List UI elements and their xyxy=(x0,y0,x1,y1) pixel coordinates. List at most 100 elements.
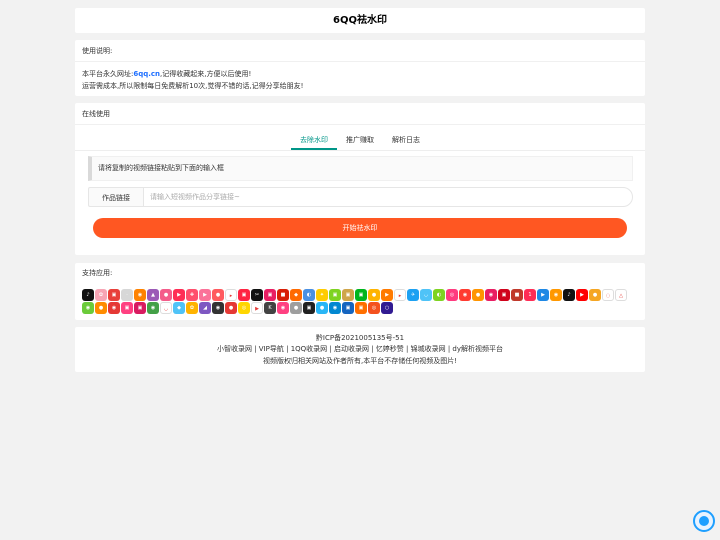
site-link[interactable]: 6qq.cn xyxy=(133,70,160,78)
app-icon-14: ✂ xyxy=(251,289,263,301)
link-separator: | xyxy=(368,345,376,353)
app-icon-10: ▶ xyxy=(199,289,211,301)
app-icon-4: · xyxy=(121,289,133,301)
app-icon-16: ■ xyxy=(277,289,289,301)
apps-heading: 支持应用: xyxy=(82,269,113,277)
app-icon-50: ◆ xyxy=(173,302,185,314)
app-icon-61: ● xyxy=(316,302,328,314)
paste-hint: 请将复制的视频链接粘贴到下面的输入框 xyxy=(88,156,633,181)
supported-apps-panel: 支持应用: ♪ ✿ ▣ · ◉ ▲ ● ▶ ✚ ▶ ● ▸ ▣ ✂ ▣ ■ ◆ ◐ ✦ ▣ ▣ ▣ ● ▶ ▸ ✈ ◡ ◐ ◎ ◉ ● ◉ ▣ ■… xyxy=(75,263,645,320)
usage-text: 本平台永久网址:6qq.cn,记得收藏起来,方便以后使用! 运营需成本,所以限制… xyxy=(75,62,645,98)
app-icon-29: ◎ xyxy=(446,289,458,301)
usage-line-1-prefix: 本平台永久网址: xyxy=(82,70,134,78)
app-icon-34: ■ xyxy=(511,289,523,301)
app-icon-43: ◉ xyxy=(82,302,94,314)
app-icon-22: ▣ xyxy=(355,289,367,301)
app-icon-31: ● xyxy=(472,289,484,301)
link-separator: | xyxy=(283,345,291,353)
douyin-icon: ♪ xyxy=(82,289,94,301)
usage-panel: 使用说明: 本平台永久网址:6qq.cn,记得收藏起来,方便以后使用! 运营需成… xyxy=(75,40,645,96)
app-icon-21: ▣ xyxy=(342,289,354,301)
weibo-icon: ◉ xyxy=(134,289,146,301)
app-icon-15: ▣ xyxy=(264,289,276,301)
usage-heading: 使用说明: xyxy=(75,40,645,62)
app-icon-36: ▶ xyxy=(537,289,549,301)
app-icon-39: ▶ xyxy=(576,289,588,301)
tab-promote[interactable]: 推广赚取 xyxy=(337,129,383,150)
app-icon-9: ✚ xyxy=(186,289,198,301)
app-icon-63: ▣ xyxy=(342,302,354,314)
customer-service-icon[interactable] xyxy=(693,510,715,532)
app-icon-24: ▶ xyxy=(381,289,393,301)
app-icon-19: ✦ xyxy=(316,289,328,301)
app-icon-18: ◐ xyxy=(303,289,315,301)
link-separator: | xyxy=(251,345,259,353)
friend-link[interactable]: 忆婷秒赞 xyxy=(376,345,404,353)
app-icon-54: ● xyxy=(225,302,237,314)
app-icon-23: ● xyxy=(368,289,380,301)
app-icon-47: ▣ xyxy=(134,302,146,314)
app-icon-46: ▣ xyxy=(121,302,133,314)
app-icon-52: ◢ xyxy=(199,302,211,314)
app-icon-55: ◎ xyxy=(238,302,250,314)
copyright-notice: 视频版权归相关网站及作者所有,本平台不存储任何视频及图片! xyxy=(262,357,458,365)
app-icon-2: ✿ xyxy=(95,289,107,301)
app-icon-51: ✿ xyxy=(186,302,198,314)
link-separator: | xyxy=(327,345,334,353)
friend-link[interactable]: dy解析视频平台 xyxy=(452,345,503,353)
app-icon-57: K xyxy=(264,302,276,314)
app-icon-25: ▸ xyxy=(394,289,406,301)
online-heading: 在线使用 xyxy=(75,103,645,125)
app-icon-44: ● xyxy=(95,302,107,314)
app-icon-grid: ♪ ✿ ▣ · ◉ ▲ ● ▶ ✚ ▶ ● ▸ ▣ ✂ ▣ ■ ◆ ◐ ✦ ▣ ▣ ▣ ● ▶ ▸ ✈ ◡ ◐ ◎ ◉ ● ◉ ▣ ■ 1 ▶ ◉ ♪ ▶ ●… xyxy=(82,289,638,314)
app-icon-11: ● xyxy=(212,289,224,301)
friend-link[interactable]: 锦城收录网 xyxy=(411,345,446,353)
app-icon-53: ◉ xyxy=(212,302,224,314)
app-icon-40: ● xyxy=(589,289,601,301)
app-icon-13: ▣ xyxy=(238,289,250,301)
app-icon-62: ◉ xyxy=(329,302,341,314)
twitter-icon: ✈ xyxy=(407,289,419,301)
start-remove-watermark-button[interactable]: 开始祛水印 xyxy=(93,218,627,238)
app-icon-32: ◉ xyxy=(485,289,497,301)
app-icon-66: ○ xyxy=(381,302,393,314)
link-input[interactable] xyxy=(143,187,633,207)
app-icon-8: ▶ xyxy=(173,289,185,301)
app-icon-6: ▲ xyxy=(147,289,159,301)
app-icon-45: ◉ xyxy=(108,302,120,314)
friend-link[interactable]: 小智收录网 xyxy=(217,345,252,353)
app-icon-20: ▣ xyxy=(329,289,341,301)
friend-link[interactable]: VIP导航 xyxy=(259,345,284,353)
app-icon-56: ▶ xyxy=(251,302,263,314)
app-icon-17: ◆ xyxy=(290,289,302,301)
link-field: 作品链接 xyxy=(88,187,633,207)
app-icon-42: △ xyxy=(615,289,627,301)
app-icon-59: ● xyxy=(290,302,302,314)
app-icon-58: ◉ xyxy=(277,302,289,314)
icp-record[interactable]: 黔ICP备2021005135号-51 xyxy=(75,333,645,344)
link-separator: | xyxy=(403,345,411,353)
usage-line-1: 本平台永久网址:6qq.cn,记得收藏起来,方便以后使用! xyxy=(82,68,638,80)
usage-line-1-suffix: ,记得收藏起来,方便以后使用! xyxy=(160,70,252,78)
app-icon-49: ◡ xyxy=(160,302,172,314)
tab-parse-log[interactable]: 解析日志 xyxy=(383,129,429,150)
friend-link[interactable]: 1QQ收录网 xyxy=(291,345,327,353)
app-icon-35: 1 xyxy=(524,289,536,301)
tab-remove-watermark[interactable]: 去除水印 xyxy=(291,129,337,150)
app-icon-7: ● xyxy=(160,289,172,301)
friend-link[interactable]: 启动收录网 xyxy=(334,345,369,353)
tab-bar: 去除水印 推广赚取 解析日志 xyxy=(75,129,645,151)
usage-line-2: 运营需成本,所以限制每日免费解析10次,觉得不错的话,记得分享给朋友! xyxy=(82,82,304,90)
page-title: 6QQ祛水印 xyxy=(75,8,645,33)
link-field-label: 作品链接 xyxy=(88,187,143,207)
app-icon-27: ◡ xyxy=(420,289,432,301)
app-icon-33: ▣ xyxy=(498,289,510,301)
app-icon-60: ▣ xyxy=(303,302,315,314)
app-icon-41: ◌ xyxy=(602,289,614,301)
app-icon-38: ♪ xyxy=(563,289,575,301)
app-icon-64: ▣ xyxy=(355,302,367,314)
customer-service-face-icon xyxy=(699,516,709,526)
app-icon-30: ◉ xyxy=(459,289,471,301)
app-icon-37: ◉ xyxy=(550,289,562,301)
app-icon-48: ◉ xyxy=(147,302,159,314)
